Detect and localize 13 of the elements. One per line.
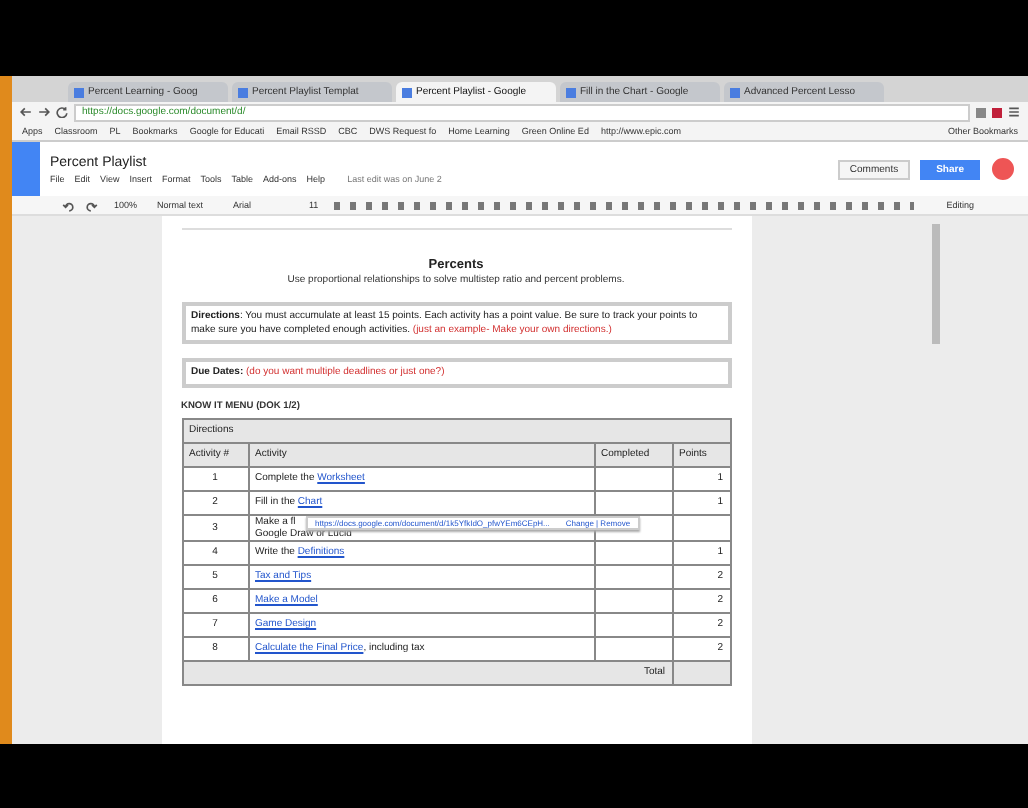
page-icon	[402, 87, 412, 97]
back-icon[interactable]	[20, 106, 32, 118]
reload-icon[interactable]	[56, 106, 68, 118]
page-icon	[730, 87, 740, 97]
page-icon	[238, 87, 248, 97]
scrollbar[interactable]	[931, 224, 939, 344]
redo-icon[interactable]	[86, 199, 98, 211]
menu-icon[interactable]	[1008, 106, 1020, 118]
avatar[interactable]	[990, 156, 1016, 182]
forward-icon[interactable]	[38, 106, 50, 118]
page-icon	[566, 87, 576, 97]
page-icon	[74, 87, 84, 97]
undo-icon[interactable]	[62, 199, 74, 211]
